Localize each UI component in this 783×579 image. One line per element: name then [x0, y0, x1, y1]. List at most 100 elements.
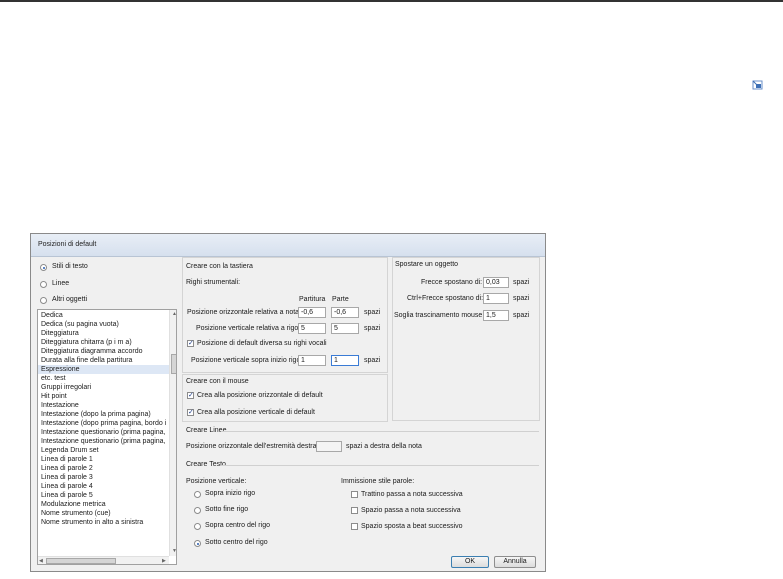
units-label: spazi — [513, 312, 530, 319]
list-vertical-scrollbar[interactable]: ▲ ▼ — [169, 310, 176, 556]
radio-other-objects[interactable] — [40, 297, 47, 304]
vert-default-label: Crea alla posizione verticale di default — [197, 409, 315, 416]
list-item-selected[interactable]: Espressione — [38, 365, 169, 374]
horiz-partitura-field[interactable]: -0,6 — [298, 307, 326, 318]
radio-above-start[interactable] — [194, 491, 201, 498]
lyrics-style-heading: Immissione stile parole: — [341, 478, 415, 485]
arrows-move-field[interactable]: 0,03 — [483, 277, 509, 288]
ctrl-arrows-label: Ctrl+Frecce spostano di: — [407, 295, 484, 302]
vert-top-partitura-field[interactable]: 1 — [298, 355, 326, 366]
dialog-titlebar: Posizioni di default — [31, 234, 545, 257]
radio-other-objects-label: Altri oggetti — [52, 296, 88, 303]
list-item[interactable]: Nome strumento in alto a sinistra — [41, 518, 143, 527]
list-item[interactable]: Hit point — [41, 392, 67, 401]
list-item[interactable]: Intestazione questionario (prima pagina, — [41, 437, 166, 446]
restore-window-icon[interactable] — [749, 77, 766, 94]
units-label: spazi — [364, 325, 381, 332]
space-beat-label: Spazio sposta a beat successivo — [361, 523, 463, 530]
list-item[interactable]: Durata alla fine della partitura — [41, 356, 132, 365]
line-end-label: Posizione orizzontale dell'estremità des… — [186, 443, 319, 450]
hyphen-next-label: Trattino passa a nota successiva — [361, 491, 463, 498]
list-item[interactable]: Linea di parole 5 — [41, 491, 93, 500]
col-parte: Parte — [332, 296, 349, 303]
list-item[interactable]: Intestazione — [41, 401, 79, 410]
space-beat-checkbox[interactable] — [351, 523, 358, 530]
hyphen-next-checkbox[interactable] — [351, 491, 358, 498]
lines-separator — [221, 431, 539, 432]
line-end-suffix: spazi a destra della nota — [346, 443, 422, 450]
vert-top-parte-field[interactable]: 1 — [331, 355, 359, 366]
scroll-right-icon[interactable]: ▶ — [162, 558, 166, 564]
cancel-button[interactable]: Annulla — [494, 556, 536, 568]
text-style-list[interactable]: Dedica Dedica (su pagina vuota) Diteggia… — [37, 309, 177, 565]
vert-default-checkbox[interactable]: ✓ — [187, 409, 194, 416]
ctrl-arrows-field[interactable]: 1 — [483, 293, 509, 304]
keyboard-heading: Creare con la tastiera — [186, 263, 253, 270]
list-item[interactable]: Intestazione questionario (prima pagina, — [41, 428, 166, 437]
radio-below-center[interactable] — [194, 540, 201, 547]
list-item[interactable]: Gruppi irregolari — [41, 383, 91, 392]
space-next-label: Spazio passa a nota successiva — [361, 507, 461, 514]
units-label: spazi — [513, 295, 530, 302]
vocal-staves-label: Posizione di default diversa su righi vo… — [197, 340, 327, 347]
list-item[interactable]: Diteggiatura chitarra (p i m a) — [41, 338, 132, 347]
radio-above-start-label: Sopra inizio rigo — [205, 490, 256, 497]
list-item[interactable]: Dedica — [41, 311, 63, 320]
horiz-default-label: Crea alla posizione orizzontale di defau… — [197, 392, 323, 399]
radio-below-end[interactable] — [194, 507, 201, 514]
vertical-scroll-thumb[interactable] — [171, 354, 176, 374]
col-partitura: Partitura — [299, 296, 326, 303]
units-label: spazi — [364, 357, 381, 364]
move-heading: Spostare un oggetto — [395, 261, 459, 268]
list-item[interactable]: Diteggiatura — [41, 329, 79, 338]
vert-partitura-field[interactable]: 5 — [298, 323, 326, 334]
list-item[interactable]: Linea di parole 1 — [41, 455, 93, 464]
horiz-position-label: Posizione orizzontale relativa a nota: — [187, 309, 302, 316]
units-label: spazi — [364, 309, 381, 316]
list-item[interactable]: Diteggiatura diagramma accordo — [41, 347, 143, 356]
ok-button[interactable]: OK — [451, 556, 489, 568]
staves-subheading: Righi strumentali: — [186, 279, 241, 286]
radio-below-end-label: Sotto fine rigo — [205, 506, 249, 513]
radio-above-center[interactable] — [194, 523, 201, 530]
scroll-left-icon[interactable]: ◀ — [39, 558, 43, 564]
vert-position-label: Posizione verticale relativa a rigo: — [196, 325, 301, 332]
list-item[interactable]: Linea di parole 2 — [41, 464, 93, 473]
radio-text-styles-label: Stili di testo — [52, 263, 88, 270]
drag-threshold-label: Soglia trascinamento mouse: — [394, 312, 485, 319]
radio-below-center-label: Sotto centro del rigo — [205, 539, 268, 546]
list-item[interactable]: Modulazione metrica — [41, 500, 106, 509]
line-end-field[interactable] — [316, 441, 342, 452]
mouse-heading: Creare con il mouse — [186, 378, 249, 385]
list-item[interactable]: etc. test — [41, 374, 66, 383]
units-label: spazi — [513, 279, 530, 286]
horiz-default-checkbox[interactable]: ✓ — [187, 392, 194, 399]
drag-threshold-field[interactable]: 1,5 — [483, 310, 509, 321]
scroll-down-icon[interactable]: ▼ — [172, 548, 176, 554]
list-item[interactable]: Intestazione (dopo la prima pagina) — [41, 410, 151, 419]
arrows-move-label: Frecce spostano di: — [421, 279, 483, 286]
top-border-line — [0, 0, 783, 2]
list-item[interactable]: Linea di parole 3 — [41, 473, 93, 482]
list-item[interactable]: Nome strumento (cue) — [41, 509, 111, 518]
horizontal-scroll-thumb[interactable] — [46, 558, 116, 564]
dialog-title: Posizioni di default — [38, 241, 97, 248]
list-item[interactable]: Intestazione (dopo prima pagina, bordo i — [41, 419, 166, 428]
list-item[interactable]: Dedica (su pagina vuota) — [41, 320, 119, 329]
vocal-staves-checkbox[interactable]: ✓ — [187, 340, 194, 347]
list-item[interactable]: Linea di parole 4 — [41, 482, 93, 491]
radio-lines-label: Linee — [52, 280, 70, 287]
list-item[interactable]: Legenda Drum set — [41, 446, 99, 455]
vert-top-label: Posizione verticale sopra inizio rigo: — [191, 357, 303, 364]
vert-parte-field[interactable]: 5 — [331, 323, 359, 334]
radio-lines[interactable] — [40, 281, 47, 288]
radio-text-styles[interactable] — [40, 264, 47, 271]
default-positions-dialog: Posizioni di default Stili di testo Line… — [30, 233, 546, 572]
horiz-parte-field[interactable]: -0,6 — [331, 307, 359, 318]
space-next-checkbox[interactable] — [351, 507, 358, 514]
radio-above-center-label: Sopra centro del rigo — [205, 522, 270, 529]
scroll-up-icon[interactable]: ▲ — [172, 311, 176, 317]
text-separator — [221, 465, 539, 466]
list-horizontal-scrollbar[interactable]: ◀ ▶ — [38, 556, 169, 564]
text-heading: Creare Testo — [186, 461, 226, 468]
